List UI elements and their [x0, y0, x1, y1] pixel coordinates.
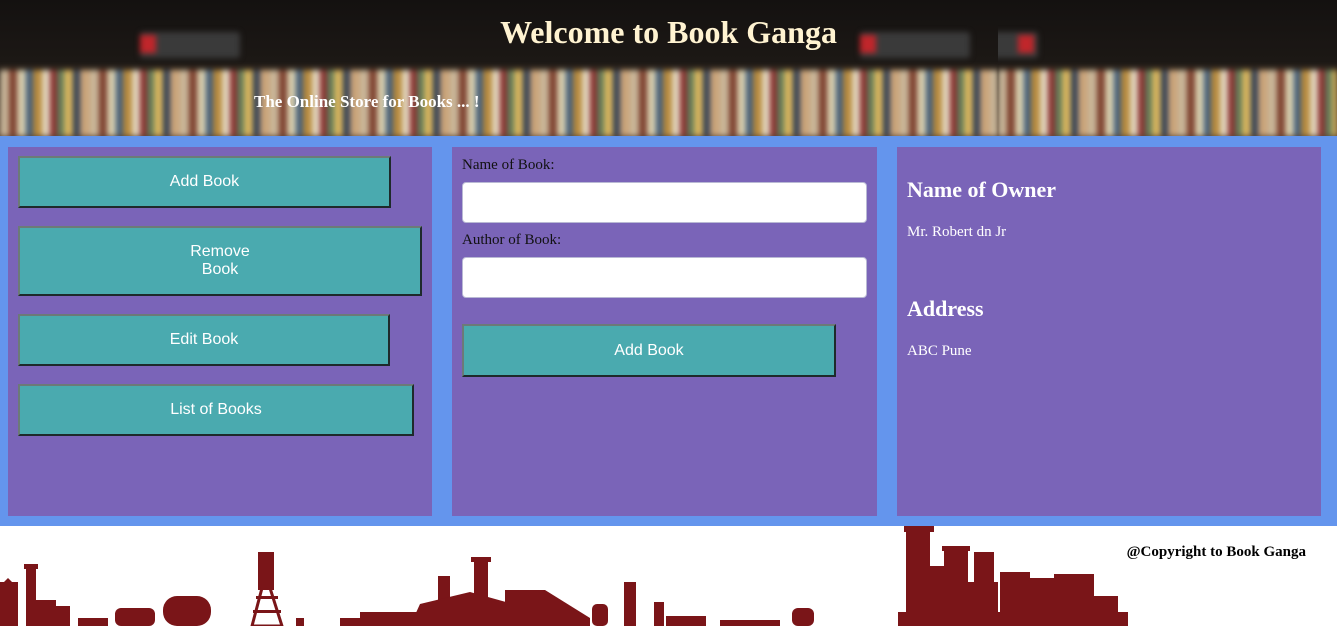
- address-value: ABC Pune: [907, 343, 972, 359]
- page-title: Welcome to Book Ganga: [500, 14, 837, 50]
- edit-book-button-label: Edit Book: [169, 331, 239, 348]
- industrial-skyline-image: [0, 526, 1128, 626]
- book-name-input[interactable]: [462, 182, 867, 223]
- edit-book-button[interactable]: Edit Book: [18, 314, 390, 366]
- owner-info-panel: Name of Owner Mr. Robert dn Jr Address A…: [897, 147, 1321, 516]
- book-author-input[interactable]: [462, 257, 867, 298]
- header-banner: Welcome to Book Ganga The Online Store f…: [0, 0, 1337, 136]
- copyright-text: @Copyright to Book Ganga: [1126, 544, 1306, 560]
- menu-panel: Add Book Remove Book Edit Book List of B…: [8, 147, 432, 516]
- list-of-books-button[interactable]: List of Books: [18, 384, 414, 436]
- footer: @Copyright to Book Ganga: [0, 526, 1337, 626]
- submit-add-book-button-label: Add Book: [614, 341, 684, 359]
- book-name-label: Name of Book:: [462, 157, 555, 173]
- remove-book-button[interactable]: Remove Book: [18, 226, 422, 296]
- add-book-button-label: Add Book: [169, 173, 240, 190]
- address-heading: Address: [907, 296, 984, 321]
- book-author-label: Author of Book:: [462, 232, 562, 248]
- remove-book-button-label-line2: Book: [201, 261, 239, 278]
- owner-name-heading: Name of Owner: [907, 177, 1057, 202]
- main-content: Add Book Remove Book Edit Book List of B…: [0, 136, 1337, 526]
- submit-add-book-button[interactable]: Add Book: [462, 324, 836, 377]
- page-subtitle: The Online Store for Books ... !: [254, 92, 480, 111]
- remove-book-button-label-line1: Remove: [190, 243, 250, 260]
- list-of-books-button-label: List of Books: [170, 401, 262, 418]
- add-book-button[interactable]: Add Book: [18, 156, 391, 208]
- add-book-form: Name of Book: Author of Book: Add Book: [452, 147, 877, 516]
- owner-name-value: Mr. Robert dn Jr: [907, 224, 1007, 240]
